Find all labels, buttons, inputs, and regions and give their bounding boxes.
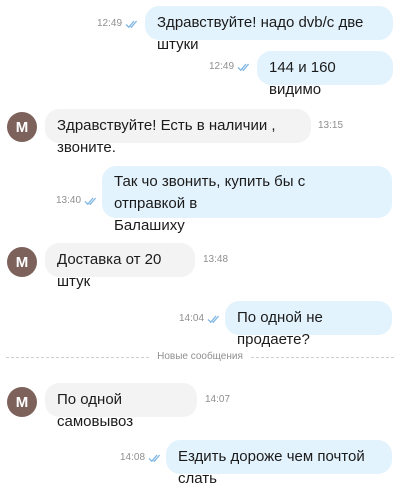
outgoing-message[interactable]: Ездить дороже чем почтой слать	[166, 440, 392, 486]
outgoing-message[interactable]: Здравствуйте! надо dvb/c две штуки	[145, 6, 393, 53]
chat-thread: Здравствуйте! надо dvb/c две штуки 12:49…	[0, 0, 400, 486]
message-meta: 13:15	[318, 120, 343, 131]
avatar-initial: M	[15, 253, 29, 271]
divider-label-wrap: Новые сообщения	[0, 350, 400, 364]
avatar-initial: M	[15, 118, 29, 136]
message-text: Доставка от 20 штук	[57, 251, 166, 290]
double-check-icon	[84, 197, 97, 205]
double-check-icon	[148, 454, 161, 462]
new-messages-divider: Новые сообщения	[0, 350, 400, 364]
double-check-icon	[125, 20, 138, 28]
message-text: Ездить дороже чем почтой слать	[178, 448, 369, 486]
outgoing-message[interactable]: По одной не продаете?	[225, 301, 392, 348]
message-text: Здравствуйте! надо dvb/c две штуки	[157, 14, 368, 53]
message-time: 14:04	[179, 313, 205, 324]
message-meta: 14:04	[179, 313, 222, 324]
double-check-icon	[207, 315, 220, 323]
message-meta: 14:08	[120, 452, 163, 463]
outgoing-message[interactable]: 144 и 160 видимо	[257, 51, 393, 98]
message-text: 144 и 160 видимо	[269, 59, 340, 98]
message-text: Так чо звонить, купить бы с отправкой в …	[114, 173, 306, 234]
outgoing-message[interactable]: Так чо звонить, купить бы с отправкой в …	[102, 166, 392, 234]
message-text: По одной не продаете?	[237, 309, 328, 348]
message-time: 12:49	[97, 18, 123, 29]
message-meta: 13:40	[56, 195, 99, 206]
avatar-initial: M	[15, 393, 29, 411]
incoming-message[interactable]: По одной самовывоз	[45, 383, 197, 430]
message-time: 14:08	[120, 452, 146, 463]
incoming-message[interactable]: Доставка от 20 штук	[45, 243, 195, 290]
message-time: 14:07	[205, 394, 231, 405]
message-time: 13:48	[203, 254, 229, 265]
message-time: 12:49	[209, 61, 235, 72]
message-time: 13:15	[318, 120, 344, 131]
message-text: Здравствуйте! Есть в наличии , звоните.	[57, 117, 280, 156]
double-check-icon	[237, 63, 250, 71]
avatar[interactable]: M	[7, 387, 37, 417]
message-meta: 12:49	[97, 18, 140, 29]
message-time: 13:40	[56, 195, 82, 206]
divider-label: Новые сообщения	[151, 351, 249, 362]
message-meta: 14:07	[205, 394, 230, 405]
message-meta: 13:48	[203, 254, 228, 265]
message-meta: 12:49	[209, 61, 252, 72]
avatar[interactable]: M	[7, 247, 37, 277]
avatar[interactable]: M	[7, 112, 37, 142]
message-text: По одной самовывоз	[57, 391, 134, 430]
incoming-message[interactable]: Здравствуйте! Есть в наличии , звоните.	[45, 109, 311, 156]
